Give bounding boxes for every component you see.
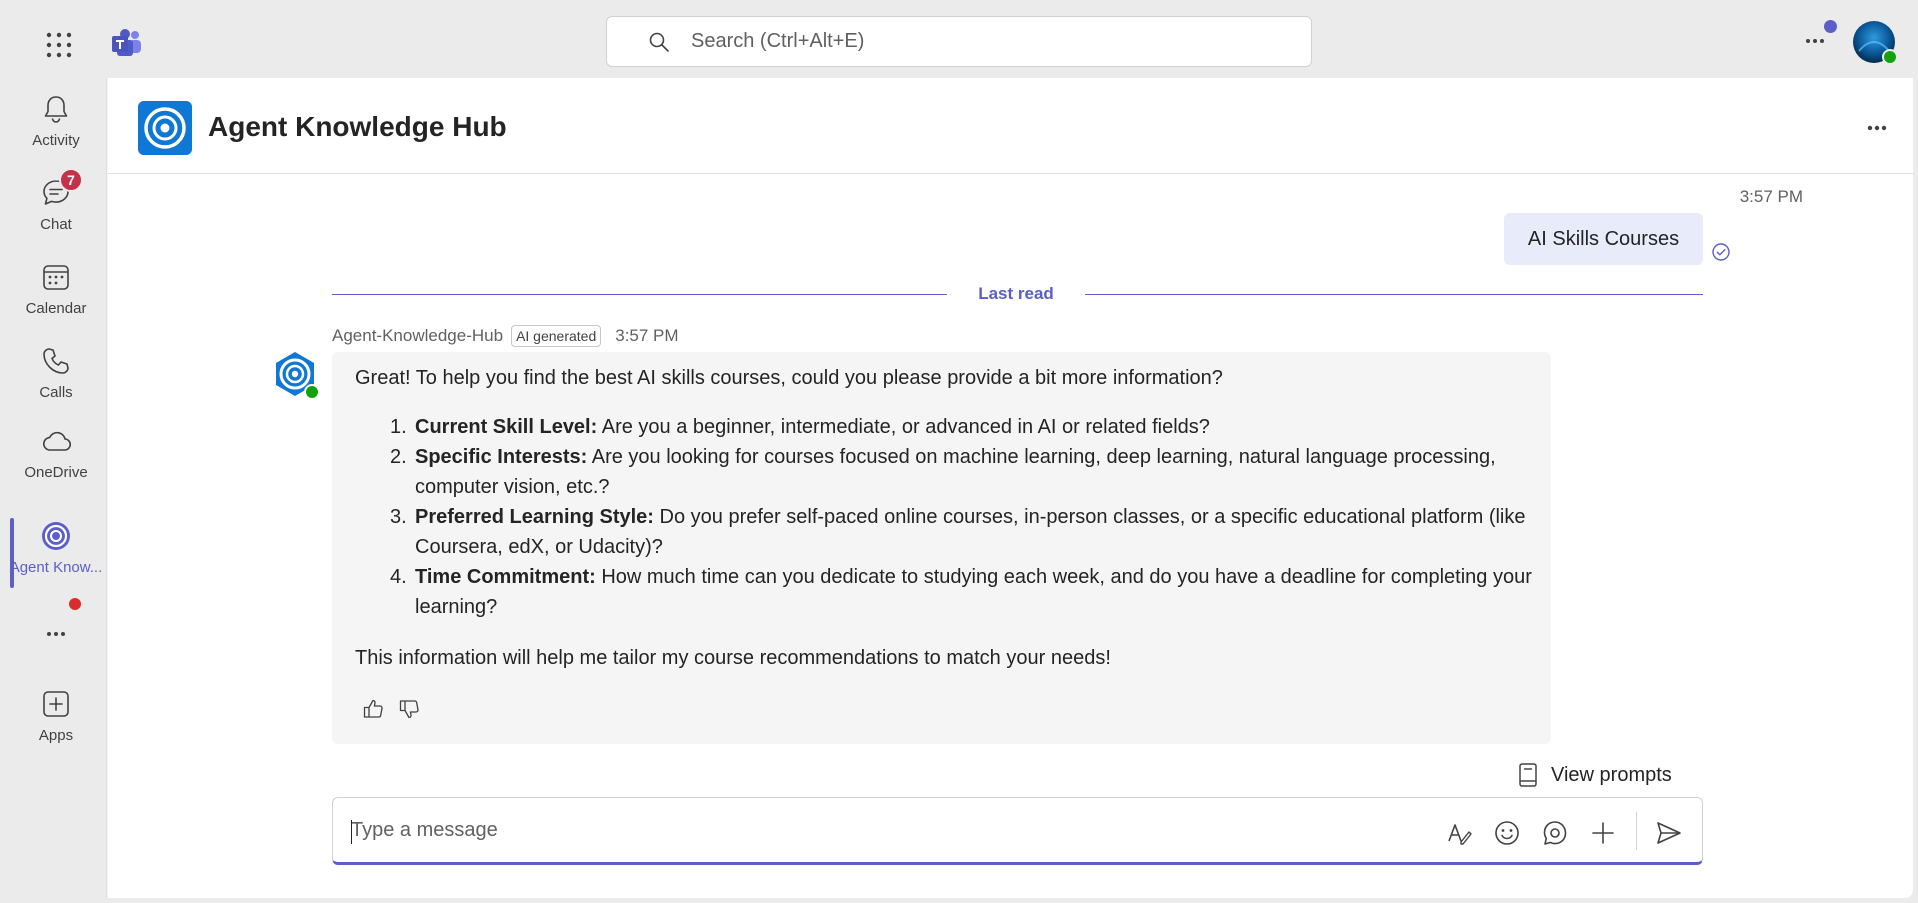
prompt-book-icon	[1519, 763, 1537, 787]
rail-item-label: OneDrive	[24, 464, 88, 481]
feedback-actions	[362, 698, 420, 720]
page-title: Agent Knowledge Hub	[208, 111, 507, 142]
bot-message-time: 3:57 PM	[615, 326, 679, 345]
rail-item-label: Calendar	[25, 300, 87, 317]
rail-item-apps[interactable]: Apps	[5, 681, 107, 757]
bot-presence-available-icon	[304, 384, 320, 400]
rail-item-label: Calls	[39, 384, 73, 401]
read-receipt-icon	[1712, 243, 1730, 261]
toolbar-separator	[1636, 812, 1637, 850]
rail-item-agent-knowledge-hub[interactable]: Agent Know...	[5, 513, 107, 589]
send-icon[interactable]	[1655, 819, 1683, 847]
agent-knowledge-hub-logo-icon	[138, 101, 192, 155]
list-item: 4. Time Commitment: How much time can you…	[390, 562, 1535, 622]
message-composer	[332, 797, 1703, 865]
emoji-icon[interactable]	[1493, 819, 1521, 847]
top-bar: Search (Ctrl+Alt+E)	[5, 5, 1913, 78]
list-item-number: 2.	[390, 446, 407, 468]
rail-item-label: Activity	[32, 132, 80, 149]
rail-item-calendar[interactable]: Calendar	[5, 254, 107, 330]
more-options-icon[interactable]	[1862, 118, 1892, 138]
bot-message-intro: Great! To help you find the best AI skil…	[355, 367, 1223, 389]
format-text-icon[interactable]	[1445, 819, 1473, 847]
cloud-icon	[43, 431, 72, 451]
divider-line	[1085, 294, 1703, 295]
view-prompts-button[interactable]: View prompts	[1517, 762, 1672, 788]
rail-item-label: Agent Know...	[9, 559, 103, 576]
app-launcher-icon[interactable]	[45, 31, 73, 59]
list-item-number: 3.	[390, 506, 407, 528]
add-icon[interactable]	[1589, 819, 1617, 847]
more-options-icon[interactable]	[1800, 31, 1830, 51]
rail-item-more[interactable]	[5, 611, 107, 651]
search-placeholder: Search (Ctrl+Alt+E)	[691, 30, 865, 52]
list-item: 2. Specific Interests: Are you looking fo…	[390, 442, 1535, 502]
message-input[interactable]	[351, 814, 1351, 846]
sender-name: Agent-Knowledge-Hub	[332, 326, 504, 345]
list-item-title: Current Skill Level:	[415, 416, 598, 438]
rail-item-label: Apps	[38, 727, 74, 744]
app-rail: Activity 7 Chat Calendar Calls OneDrive …	[5, 78, 107, 898]
add-app-icon	[43, 691, 69, 717]
teams-logo-icon	[112, 29, 141, 56]
question-list: 1. Current Skill Level: Are you a beginne…	[390, 412, 1535, 622]
phone-icon	[43, 348, 69, 374]
list-item-title: Preferred Learning Style:	[415, 506, 654, 528]
more-apps-alert-dot	[69, 598, 81, 610]
list-item-text: Are you a beginner, intermediate, or adv…	[597, 416, 1210, 438]
bell-icon	[44, 96, 68, 123]
loop-component-icon[interactable]	[1541, 819, 1569, 847]
profile-avatar[interactable]	[1853, 21, 1898, 65]
more-icon	[47, 632, 65, 636]
agent-icon	[42, 522, 70, 550]
bot-message-meta: Agent-Knowledge-Hub AI generated 3:57 PM	[332, 325, 679, 347]
rail-item-onedrive[interactable]: OneDrive	[5, 418, 107, 494]
view-prompts-label: View prompts	[1551, 763, 1672, 786]
rail-item-activity[interactable]: Activity	[5, 86, 107, 162]
rail-item-calls[interactable]: Calls	[5, 338, 107, 414]
presence-available-icon	[1882, 49, 1898, 65]
search-icon	[649, 32, 669, 52]
ai-generated-label: AI generated	[511, 325, 602, 347]
divider-line	[332, 294, 947, 295]
user-message-time: 3:57 PM	[1739, 187, 1803, 206]
chat-icon: 7	[39, 168, 83, 210]
chat-header: Agent Knowledge Hub	[108, 78, 1913, 174]
calendar-icon	[43, 265, 69, 290]
rail-item-label: Chat	[40, 216, 72, 233]
list-item-number: 1.	[390, 416, 407, 438]
user-message-bubble[interactable]: AI Skills Courses	[1504, 213, 1703, 265]
chat-pane: Agent Knowledge Hub 3:57 PM AI Skills Co…	[108, 78, 1913, 898]
list-item-title: Specific Interests:	[415, 446, 588, 468]
text-caret	[351, 820, 352, 844]
search-box[interactable]: Search (Ctrl+Alt+E)	[606, 16, 1312, 67]
list-item-title: Time Commitment:	[415, 566, 596, 588]
list-item: 1. Current Skill Level: Are you a beginne…	[390, 412, 1535, 442]
thumbs-up-icon[interactable]	[362, 698, 384, 720]
last-read-divider: Last read	[978, 284, 1054, 303]
teams-window: Search (Ctrl+Alt+E) Activity 7 Chat Cale…	[5, 5, 1913, 898]
bot-message-outro: This information will help me tailor my …	[355, 647, 1111, 669]
notification-dot	[1824, 20, 1837, 33]
rail-item-chat[interactable]: 7 Chat	[5, 168, 107, 246]
chat-unread-badge: 7	[59, 168, 83, 192]
thumbs-down-icon[interactable]	[398, 698, 420, 720]
list-item-number: 4.	[390, 566, 407, 588]
bot-message-bubble[interactable]: Great! To help you find the best AI skil…	[332, 352, 1551, 744]
list-item: 3. Preferred Learning Style: Do you prefe…	[390, 502, 1535, 562]
